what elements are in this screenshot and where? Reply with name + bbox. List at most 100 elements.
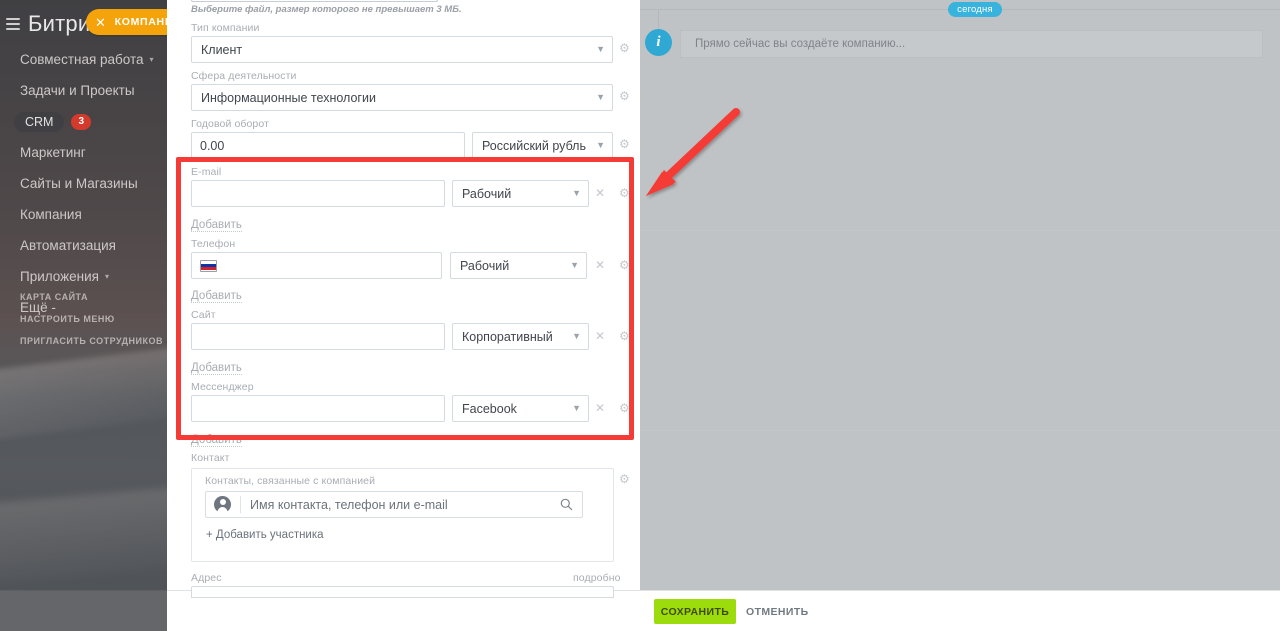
phone-type-select[interactable]: Рабочий ▼ xyxy=(450,252,587,279)
currency-select[interactable]: Российский рубль ▼ xyxy=(472,132,613,159)
industry-select[interactable]: Информационные технологии ▼ xyxy=(191,84,613,111)
divider xyxy=(240,496,241,513)
add-site-link[interactable]: Добавить xyxy=(191,362,242,375)
messenger-label: Мессенджер xyxy=(191,381,254,393)
save-button[interactable]: СОХРАНИТЬ xyxy=(654,599,736,624)
site-input[interactable] xyxy=(191,323,445,350)
sidebar-item-tasks[interactable]: Задачи и Проекты xyxy=(0,75,167,106)
industry-value: Информационные технологии xyxy=(201,90,376,105)
sidebar-background-photo xyxy=(0,346,167,440)
revenue-input[interactable]: 0.00 xyxy=(191,132,465,159)
file-upload-input[interactable] xyxy=(191,0,438,2)
remove-site-icon[interactable]: ✕ xyxy=(595,330,605,342)
gear-icon[interactable]: ⚙ xyxy=(619,187,630,199)
add-phone-link[interactable]: Добавить xyxy=(191,290,242,303)
messenger-input[interactable] xyxy=(191,395,445,422)
bottom-bar-sidebar-overlay xyxy=(0,590,167,631)
chevron-down-icon: ▾ xyxy=(104,272,109,281)
chevron-down-icon: ▼ xyxy=(572,403,581,413)
sidebar-item-configure-menu[interactable]: НАСТРОИТЬ МЕНЮ xyxy=(0,308,167,330)
remove-phone-icon[interactable]: ✕ xyxy=(595,259,605,271)
sidebar-item-crm[interactable]: CRM 3 xyxy=(0,106,167,137)
sidebar-item-marketing[interactable]: Маркетинг xyxy=(0,137,167,168)
form-action-bar: СОХРАНИТЬ ОТМЕНИТЬ xyxy=(640,590,1280,631)
add-participant-link[interactable]: + Добавить участника xyxy=(206,529,324,541)
currency-value: Российский рубль xyxy=(482,138,586,153)
hamburger-menu-icon[interactable] xyxy=(6,15,20,33)
contact-group-label: Контакты, связанные с компанией xyxy=(205,475,376,487)
sidebar-item-label: Задачи и Проекты xyxy=(20,83,135,98)
gear-icon[interactable]: ⚙ xyxy=(619,138,630,150)
gear-icon[interactable]: ⚙ xyxy=(619,90,630,102)
sidebar-item-sitemap[interactable]: КАРТА САЙТА xyxy=(0,286,167,308)
site-type-select[interactable]: Корпоративный ▼ xyxy=(452,323,589,350)
address-input[interactable] xyxy=(191,586,614,598)
ghost-divider xyxy=(640,430,1280,431)
sidebar-item-company[interactable]: Компания xyxy=(0,199,167,230)
phone-label: Телефон xyxy=(191,238,236,250)
remove-email-icon[interactable]: ✕ xyxy=(595,187,605,199)
sidebar-item-label: Приложения xyxy=(20,269,99,284)
chevron-down-icon: ▾ xyxy=(149,55,154,64)
gear-icon[interactable]: ⚙ xyxy=(619,402,630,414)
timeline-info-text: Прямо сейчас вы создаёте компанию... xyxy=(695,38,906,50)
company-tab-label: КОМПАНИЯ xyxy=(114,16,167,28)
timeline-panel-overlay xyxy=(640,0,1280,590)
chevron-down-icon: ▼ xyxy=(596,92,605,102)
contact-group-box: Контакты, связанные с компанией Имя конт… xyxy=(191,468,614,562)
contact-search-input[interactable]: Имя контакта, телефон или e-mail xyxy=(205,491,583,518)
industry-label: Сфера деятельности xyxy=(191,70,297,82)
gear-icon[interactable]: ⚙ xyxy=(619,259,630,271)
email-type-select[interactable]: Рабочий ▼ xyxy=(452,180,589,207)
address-detail-link[interactable]: подробно xyxy=(573,572,621,584)
site-type-value: Корпоративный xyxy=(462,329,553,344)
chevron-down-icon: ▼ xyxy=(570,260,579,270)
chevron-down-icon: ▼ xyxy=(572,188,581,198)
remove-messenger-icon[interactable]: ✕ xyxy=(595,402,605,414)
site-label: Сайт xyxy=(191,309,216,321)
gear-icon[interactable]: ⚙ xyxy=(619,473,630,485)
company-type-label: Тип компании xyxy=(191,22,260,34)
sidebar-item-invite-employees[interactable]: ПРИГЛАСИТЬ СОТРУДНИКОВ xyxy=(0,330,167,352)
add-email-link[interactable]: Добавить xyxy=(191,219,242,232)
revenue-label: Годовой оборот xyxy=(191,118,269,130)
sidebar-item-sites-shops[interactable]: Сайты и Магазины xyxy=(0,168,167,199)
ru-flag-icon xyxy=(200,259,217,272)
messenger-type-value: Facebook xyxy=(462,401,517,416)
email-type-value: Рабочий xyxy=(462,186,512,201)
messenger-type-select[interactable]: Facebook ▼ xyxy=(452,395,589,422)
file-hint-text: Выберите файл, размер которого не превыш… xyxy=(191,4,462,15)
cancel-button[interactable]: ОТМЕНИТЬ xyxy=(746,599,809,624)
phone-input[interactable] xyxy=(191,252,442,279)
company-type-value: Клиент xyxy=(201,42,243,57)
sidebar-item-automation[interactable]: Автоматизация xyxy=(0,230,167,261)
sidebar-item-label: CRM xyxy=(14,111,65,132)
email-label: E-mail xyxy=(191,166,222,178)
phone-type-value: Рабочий xyxy=(460,258,510,273)
crm-count-badge: 3 xyxy=(71,113,92,130)
chevron-down-icon: ▼ xyxy=(596,44,605,54)
gear-icon[interactable]: ⚙ xyxy=(619,330,630,342)
sidebar-background-photo-2 xyxy=(0,485,167,585)
chevron-down-icon: ▼ xyxy=(596,140,605,150)
today-badge: сегодня xyxy=(948,2,1002,17)
company-tab[interactable]: ✕ КОМПАНИЯ xyxy=(86,9,167,35)
contact-label: Контакт xyxy=(191,452,230,464)
sidebar-sub-label: НАСТРОИТЬ МЕНЮ xyxy=(20,314,115,324)
sidebar-sub-label: ПРИГЛАСИТЬ СОТРУДНИКОВ xyxy=(20,336,164,346)
sidebar-item-label: Маркетинг xyxy=(20,145,86,160)
sidebar-secondary-nav: КАРТА САЙТА НАСТРОИТЬ МЕНЮ ПРИГЛАСИТЬ СО… xyxy=(0,286,167,352)
sidebar-item-label: Автоматизация xyxy=(20,238,116,253)
email-input[interactable] xyxy=(191,180,445,207)
screen-root: Битрикс24 ✕ КОМПАНИЯ Совместная работа ▾… xyxy=(0,0,1280,631)
gear-icon[interactable]: ⚙ xyxy=(619,42,630,54)
info-icon: i xyxy=(645,29,672,56)
search-icon[interactable] xyxy=(560,498,573,511)
sidebar-item-label: Сайты и Магазины xyxy=(20,176,138,191)
sidebar-item-collaboration[interactable]: Совместная работа ▾ xyxy=(0,44,167,75)
company-type-select[interactable]: Клиент ▼ xyxy=(191,36,613,63)
timeline-info-message: Прямо сейчас вы создаёте компанию... xyxy=(680,30,1263,58)
add-messenger-link[interactable]: Добавить xyxy=(191,434,242,447)
ghost-divider xyxy=(640,230,1280,231)
close-icon[interactable]: ✕ xyxy=(95,16,107,29)
